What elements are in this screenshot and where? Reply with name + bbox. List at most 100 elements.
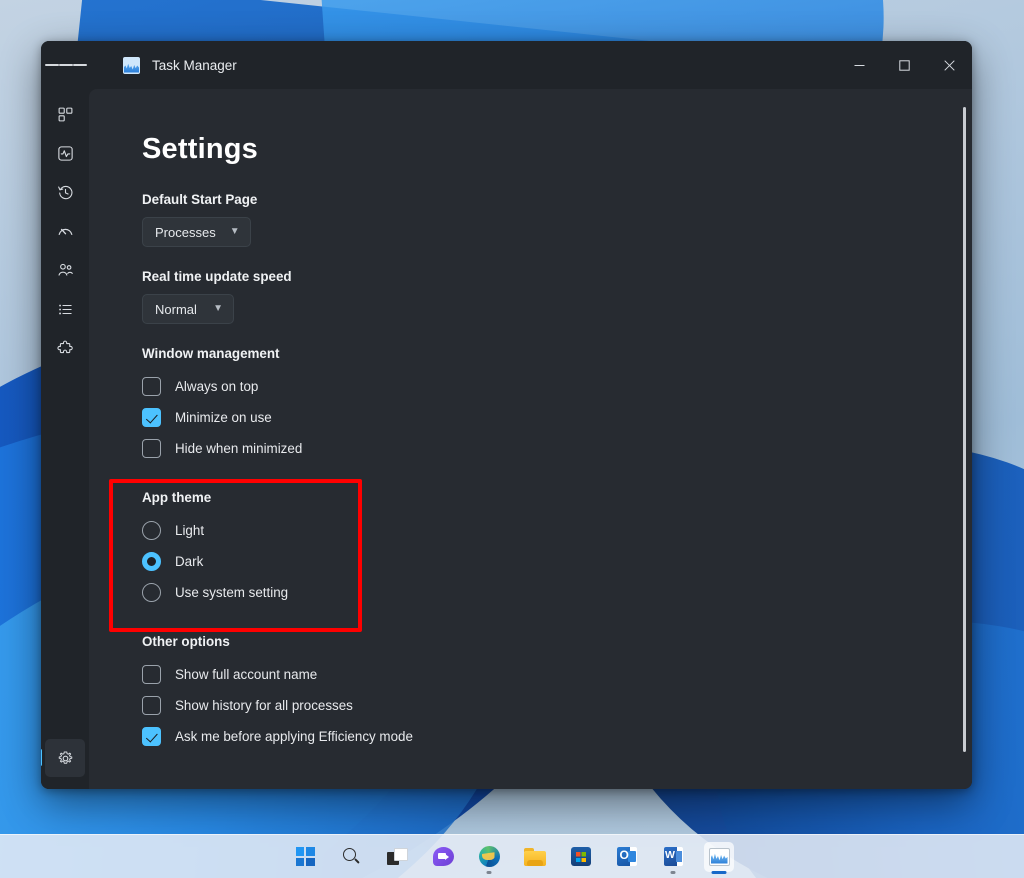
light-theme-label: Light	[175, 523, 204, 538]
services-puzzle-icon	[57, 340, 74, 357]
default-start-page-dropdown[interactable]: Processes ▼	[142, 217, 251, 247]
show-full-account-name-checkbox[interactable]	[142, 665, 161, 684]
dark-theme-label: Dark	[175, 554, 203, 569]
section-update-speed: Real time update speed Normal ▼	[142, 269, 972, 324]
sidebar-item-app-history[interactable]	[45, 173, 85, 211]
update-speed-label: Real time update speed	[142, 269, 972, 284]
hide-when-minimized-checkbox[interactable]	[142, 439, 161, 458]
sidebar-item-settings[interactable]	[45, 739, 85, 777]
hide-when-minimized-label: Hide when minimized	[175, 441, 302, 456]
ask-efficiency-mode-label: Ask me before applying Efficiency mode	[175, 729, 413, 744]
startup-gauge-icon	[57, 223, 74, 240]
search-icon	[342, 847, 361, 866]
vertical-scrollbar[interactable]	[963, 107, 966, 752]
window-controls	[837, 41, 972, 89]
navigation-sidebar	[41, 89, 89, 789]
checkbox-row-show-history-all-processes[interactable]: Show history for all processes	[142, 690, 972, 721]
taskbar-task-manager-button[interactable]	[704, 842, 734, 872]
task-manager-window: Task Manager	[41, 41, 972, 789]
task-manager-chart-icon	[709, 848, 730, 866]
microsoft-store-icon	[571, 847, 591, 866]
microsoft-edge-icon	[479, 846, 500, 867]
window-management-label: Window management	[142, 346, 972, 361]
other-options-label: Other options	[142, 634, 972, 649]
sidebar-item-performance[interactable]	[45, 134, 85, 172]
minimize-on-use-checkbox[interactable]	[142, 408, 161, 427]
use-system-setting-radio[interactable]	[142, 583, 161, 602]
windows-start-icon	[296, 847, 315, 866]
default-start-page-value: Processes	[155, 225, 216, 240]
radio-row-dark[interactable]: Dark	[142, 546, 972, 577]
sidebar-item-users[interactable]	[45, 251, 85, 289]
taskbar-word-button[interactable]	[658, 842, 688, 872]
taskbar-outlook-button[interactable]	[612, 842, 642, 872]
settings-gear-icon	[57, 750, 74, 767]
running-indicator	[671, 871, 676, 874]
sidebar-item-details[interactable]	[45, 290, 85, 328]
minimize-icon	[854, 60, 865, 71]
outlook-icon	[617, 847, 637, 866]
minimize-button[interactable]	[837, 41, 882, 89]
taskbar-task-view-button[interactable]	[382, 842, 412, 872]
show-history-all-processes-checkbox[interactable]	[142, 696, 161, 715]
radio-row-light[interactable]: Light	[142, 515, 972, 546]
checkbox-row-minimize-on-use[interactable]: Minimize on use	[142, 402, 972, 433]
taskbar-file-explorer-button[interactable]	[520, 842, 550, 872]
taskbar-search-button[interactable]	[336, 842, 366, 872]
always-on-top-checkbox[interactable]	[142, 377, 161, 396]
always-on-top-label: Always on top	[175, 379, 258, 394]
processes-grid-icon	[57, 106, 74, 123]
checkbox-row-show-full-account-name[interactable]: Show full account name	[142, 659, 972, 690]
taskbar-microsoft-store-button[interactable]	[566, 842, 596, 872]
update-speed-dropdown[interactable]: Normal ▼	[142, 294, 234, 324]
minimize-on-use-label: Minimize on use	[175, 410, 272, 425]
checkbox-row-always-on-top[interactable]: Always on top	[142, 371, 972, 402]
section-window-management: Window management Always on top Minimize…	[142, 346, 972, 464]
chevron-down-icon: ▼	[230, 227, 240, 237]
app-title: Task Manager	[152, 58, 237, 73]
maximize-button[interactable]	[882, 41, 927, 89]
section-default-start-page: Default Start Page Processes ▼	[142, 192, 972, 247]
checkbox-row-hide-when-minimized[interactable]: Hide when minimized	[142, 433, 972, 464]
use-system-setting-label: Use system setting	[175, 585, 288, 600]
checkbox-row-ask-efficiency-mode[interactable]: Ask me before applying Efficiency mode	[142, 721, 972, 752]
history-clock-icon	[57, 184, 74, 201]
sidebar-item-startup-apps[interactable]	[45, 212, 85, 250]
close-icon	[944, 60, 955, 71]
sidebar-item-processes[interactable]	[45, 95, 85, 133]
close-button[interactable]	[927, 41, 972, 89]
settings-content-panel: Settings Default Start Page Processes ▼ …	[89, 89, 972, 789]
users-people-icon	[57, 262, 74, 279]
update-speed-value: Normal	[155, 302, 197, 317]
file-explorer-folder-icon	[524, 848, 546, 866]
chat-icon	[433, 847, 454, 866]
hamburger-menu-icon[interactable]	[45, 47, 87, 83]
ask-efficiency-mode-checkbox[interactable]	[142, 727, 161, 746]
active-indicator	[712, 871, 727, 874]
taskbar	[0, 834, 1024, 878]
task-manager-chart-icon	[123, 57, 140, 74]
dark-theme-radio[interactable]	[142, 552, 161, 571]
app-theme-label: App theme	[142, 490, 972, 505]
taskbar-chat-button[interactable]	[428, 842, 458, 872]
default-start-page-label: Default Start Page	[142, 192, 972, 207]
window-body: Settings Default Start Page Processes ▼ …	[41, 89, 972, 789]
radio-row-use-system-setting[interactable]: Use system setting	[142, 577, 972, 608]
show-history-all-processes-label: Show history for all processes	[175, 698, 353, 713]
sidebar-item-services[interactable]	[45, 329, 85, 367]
show-full-account-name-label: Show full account name	[175, 667, 317, 682]
task-view-icon	[387, 848, 408, 865]
maximize-icon	[899, 60, 910, 71]
word-icon	[664, 847, 683, 866]
taskbar-start-button[interactable]	[290, 842, 320, 872]
light-theme-radio[interactable]	[142, 521, 161, 540]
running-indicator	[487, 871, 492, 874]
section-app-theme: App theme Light Dark Use system setting	[142, 490, 972, 608]
taskbar-edge-button[interactable]	[474, 842, 504, 872]
window-titlebar: Task Manager	[41, 41, 972, 89]
details-list-icon	[57, 301, 74, 318]
performance-pulse-icon	[57, 145, 74, 162]
page-title: Settings	[142, 133, 972, 166]
section-other-options: Other options Show full account name Sho…	[142, 634, 972, 752]
desktop: Task Manager	[0, 0, 1024, 878]
